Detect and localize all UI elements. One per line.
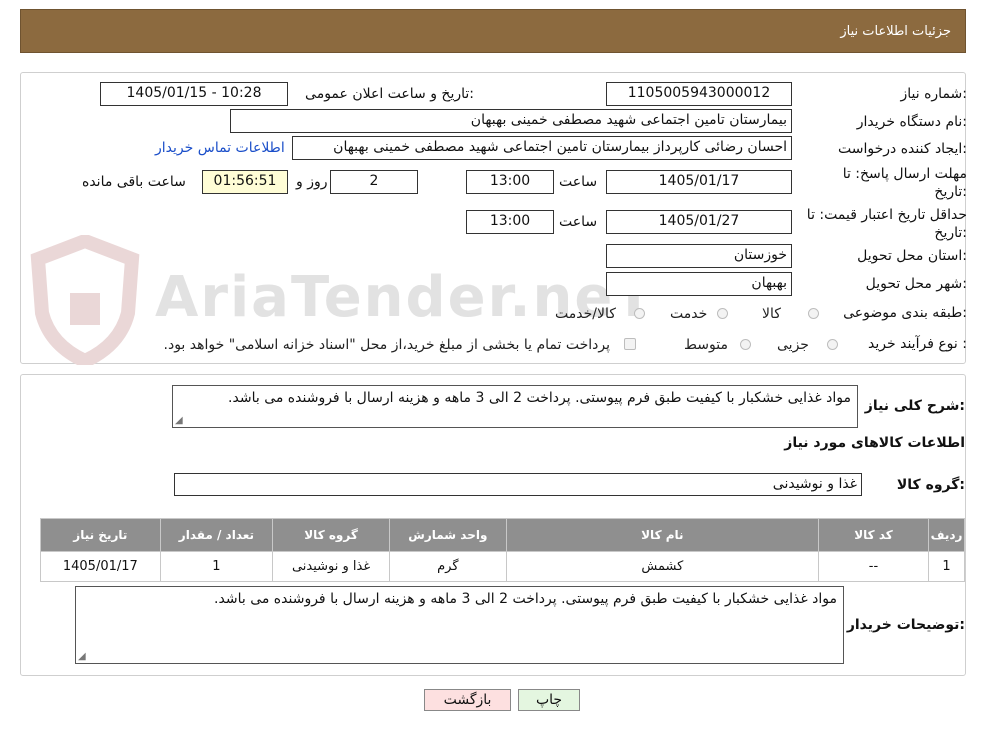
- process-medium-label: متوسط: [684, 337, 728, 353]
- goods-table: ردیف کد کالا نام کالا واحد شمارش گروه کا…: [40, 518, 965, 582]
- col-header-goods-code: کد کالا: [817, 518, 930, 552]
- process-minor-label: جزیی: [777, 337, 809, 353]
- city-field: بهبهان: [606, 272, 792, 296]
- days-remaining-field: 2: [330, 170, 418, 194]
- col-header-need-date: تاریخ نیاز: [40, 518, 161, 552]
- price-validity-date-field: 1405/01/27: [606, 210, 792, 234]
- category-goods-service-label: کالا/خدمت: [555, 306, 616, 322]
- cell-unit: گرم: [388, 551, 507, 582]
- deadline-time-field: 13:00: [466, 170, 554, 194]
- deadline-time-label: ساعت: [559, 174, 598, 190]
- price-validity-time-field: 13:00: [466, 210, 554, 234]
- category-goods-service-radio[interactable]: [634, 308, 645, 319]
- category-goods-radio[interactable]: [808, 308, 819, 319]
- table-row[interactable]: 1 -- کشمش گرم غذا و نوشیدنی 1 1405/01/17: [40, 551, 965, 582]
- page-header: جزئیات اطلاعات نیاز: [20, 9, 966, 53]
- process-medium-radio[interactable]: [740, 339, 751, 350]
- shield-logo-icon: [30, 235, 140, 365]
- category-service-label: خدمت: [670, 306, 708, 322]
- cell-row-number: 1: [928, 551, 965, 582]
- category-goods-label: کالا: [762, 306, 781, 322]
- goods-group-field: غذا و نوشیدنی: [174, 473, 862, 496]
- process-type-label: نوع فرآیند خرید :: [868, 336, 967, 352]
- cell-goods-name: کشمش: [505, 551, 819, 582]
- price-validity-label: حداقل تاریخ اعتبار قیمت: تا تاریخ:: [806, 207, 967, 241]
- deadline-date-field: 1405/01/17: [606, 170, 792, 194]
- col-header-unit: واحد شمارش: [388, 518, 507, 552]
- province-label: استان محل تحویل:: [857, 248, 967, 264]
- back-button[interactable]: بازگشت: [424, 689, 511, 711]
- category-service-radio[interactable]: [717, 308, 728, 319]
- city-label: شهر محل تحویل:: [865, 276, 967, 292]
- creator-label: ایجاد کننده درخواست:: [838, 141, 967, 157]
- cell-goods-code: --: [817, 551, 930, 582]
- table-header-row: ردیف کد کالا نام کالا واحد شمارش گروه کا…: [40, 518, 965, 552]
- page-title: جزئیات اطلاعات نیاز: [840, 24, 951, 39]
- description-field: مواد غذایی خشکبار با کیفیت طبق فرم پیوست…: [172, 385, 858, 428]
- category-label: طبقه بندی موضوعی:: [843, 305, 967, 321]
- buyer-org-label: نام دستگاه خریدار:: [856, 114, 967, 130]
- resize-grip-icon[interactable]: ◢: [78, 651, 86, 662]
- resize-grip-icon[interactable]: ◢: [175, 415, 183, 426]
- process-minor-radio[interactable]: [827, 339, 838, 350]
- print-button[interactable]: چاپ: [518, 689, 580, 711]
- need-number-label: شماره نیاز:: [900, 86, 967, 102]
- col-header-goods-group: گروه کالا: [272, 518, 390, 552]
- col-header-goods-name: نام کالا: [505, 518, 819, 552]
- treasury-payment-checkbox[interactable]: [624, 338, 636, 350]
- time-remaining-field: 01:56:51: [202, 170, 288, 194]
- announce-datetime-field: 1405/01/15 - 10:28: [100, 82, 288, 106]
- announce-label: تاریخ و ساعت اعلان عمومی:: [305, 86, 474, 102]
- buyer-notes-text: مواد غذایی خشکبار با کیفیت طبق فرم پیوست…: [214, 591, 837, 607]
- buyer-org-field: بیمارستان تامین اجتماعی شهید مصطفی خمینی…: [230, 109, 792, 133]
- deadline-label: مهلت ارسال پاسخ: تا تاریخ:: [842, 166, 967, 200]
- goods-info-title: اطلاعات کالاهای مورد نیاز: [784, 435, 965, 451]
- goods-group-label: گروه کالا:: [896, 477, 965, 493]
- cell-quantity: 1: [159, 551, 274, 582]
- creator-field: احسان رضائی کارپرداز بیمارستان تامین اجت…: [292, 136, 792, 160]
- days-label: روز و: [296, 174, 328, 190]
- col-header-row-number: ردیف: [928, 518, 965, 552]
- description-text: مواد غذایی خشکبار با کیفیت طبق فرم پیوست…: [228, 390, 851, 406]
- time-remaining-label: ساعت باقی مانده: [82, 174, 186, 190]
- buyer-notes-label: توضیحات خریدار:: [846, 617, 965, 633]
- treasury-payment-note: پرداخت تمام یا بخشی از مبلغ خرید،از محل …: [163, 337, 610, 353]
- need-number-field: 1105005943000012: [606, 82, 792, 106]
- validity-time-label: ساعت: [559, 214, 598, 230]
- province-field: خوزستان: [606, 244, 792, 268]
- buyer-notes-field: مواد غذایی خشکبار با کیفیت طبق فرم پیوست…: [75, 586, 844, 664]
- cell-goods-group: غذا و نوشیدنی: [272, 551, 390, 582]
- col-header-quantity: تعداد / مقدار: [159, 518, 274, 552]
- description-label: شرح کلی نیاز:: [864, 398, 965, 414]
- cell-need-date: 1405/01/17: [40, 551, 161, 582]
- buyer-contact-link[interactable]: اطلاعات تماس خریدار: [155, 140, 285, 156]
